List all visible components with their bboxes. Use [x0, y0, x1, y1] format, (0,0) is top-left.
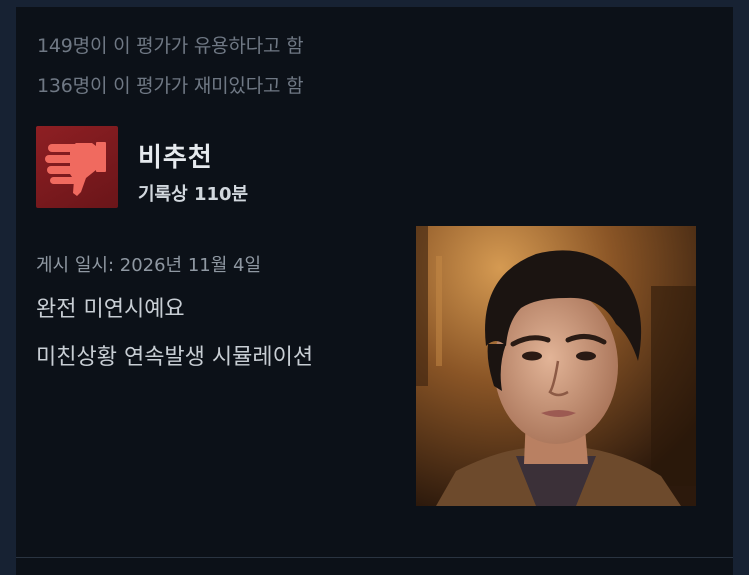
helpful-count-text: 149명이 이 평가가 유용하다고 함: [37, 35, 304, 57]
thumbs-down-icon: [45, 142, 106, 196]
review-card: 149명이 이 평가가 유용하다고 함 136명이 이 평가가 재미있다고 함 …: [16, 7, 733, 575]
portrait-image: [416, 226, 696, 506]
verdict-thumb-badge[interactable]: [36, 126, 118, 208]
funny-count-text: 136명이 이 평가가 재미있다고 함: [37, 75, 304, 97]
hours-on-record: 기록상 110분: [138, 184, 249, 205]
card-divider: [16, 557, 733, 558]
posted-date: 게시 일시: 2026년 11월 4일: [36, 255, 262, 276]
review-body-line-1: 완전 미연시예요: [36, 297, 185, 322]
review-body-line-2: 미친상황 연속발생 시뮬레이션: [36, 345, 314, 370]
verdict-label: 비추천: [138, 143, 213, 173]
review-embedded-photo: [416, 226, 696, 506]
